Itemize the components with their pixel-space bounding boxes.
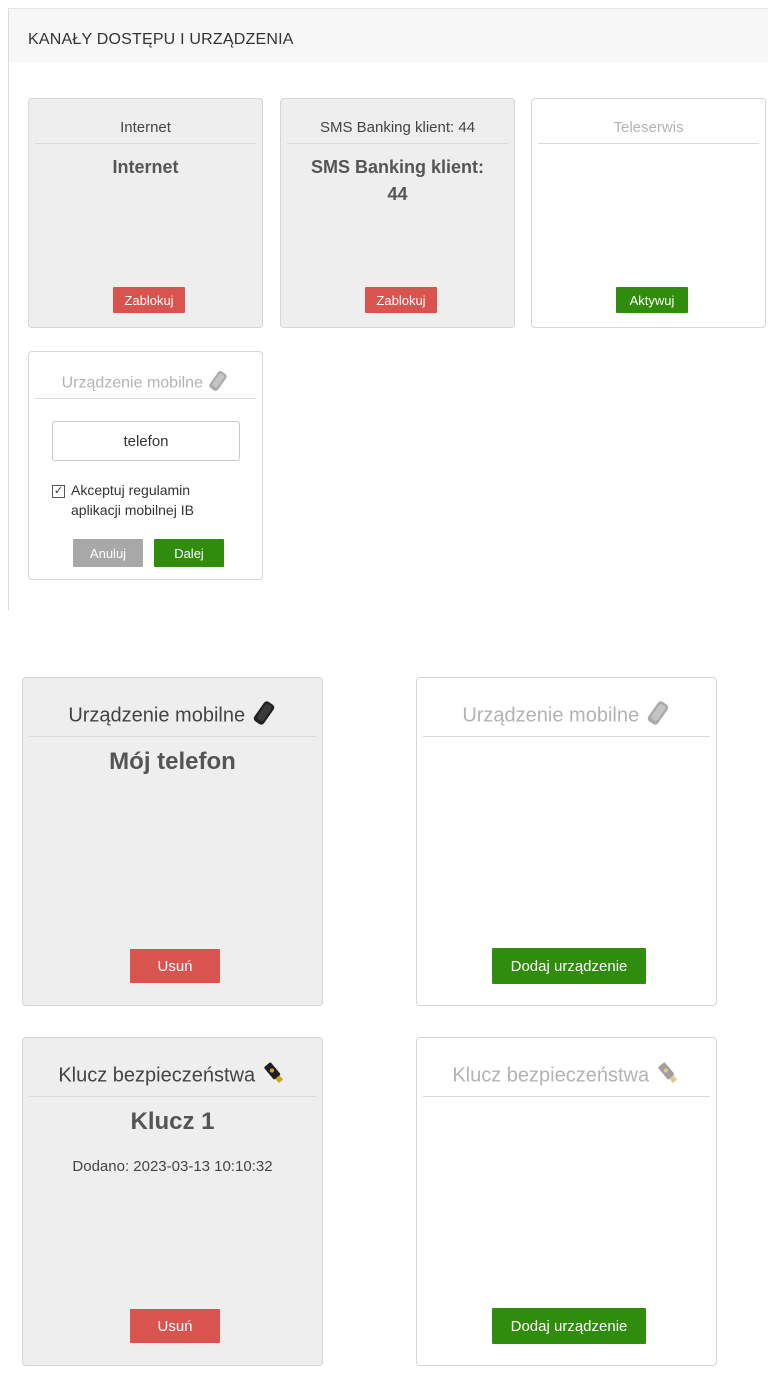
channel-card-internet: Internet Internet Zablokuj	[28, 98, 263, 328]
device-name-input[interactable]	[52, 421, 240, 461]
device-value: Klucz 1	[130, 1108, 215, 1135]
remove-key-button[interactable]: Usuń	[130, 1309, 220, 1343]
device-header: Klucz bezpieczeństwa	[29, 1060, 316, 1097]
next-button[interactable]: Dalej	[154, 539, 224, 567]
remove-device-button[interactable]: Usuń	[130, 949, 220, 983]
device-card-key-add: Klucz bezpieczeństwa Dodaj urządzenie	[416, 1037, 717, 1366]
block-sms-button[interactable]: Zablokuj	[365, 287, 437, 313]
block-internet-button[interactable]: Zablokuj	[113, 287, 185, 313]
channel-header: SMS Banking klient: 44	[287, 119, 508, 144]
activate-teleserwis-button[interactable]: Aktywuj	[616, 287, 688, 313]
device-header-label: Klucz bezpieczeństwa	[58, 1064, 256, 1087]
channel-header: Internet	[35, 119, 256, 144]
phone-icon	[645, 700, 671, 732]
mobile-form-header-label: Urządzenie mobilne	[61, 374, 203, 392]
section-title: KANAŁY DOSTĘPU I URZĄDZENIA	[28, 31, 294, 48]
device-header-label: Urządzenie mobilne	[462, 704, 640, 727]
usb-key-icon	[655, 1060, 681, 1092]
mobile-form-header: Urządzenie mobilne	[35, 370, 256, 399]
device-header-label: Urządzenie mobilne	[68, 704, 246, 727]
device-card-mobile-registered: Urządzenie mobilne Mój telefon Usuń	[22, 677, 323, 1006]
phone-icon	[207, 370, 229, 397]
device-header-label: Klucz bezpieczeństwa	[452, 1064, 650, 1087]
add-device-button[interactable]: Dodaj urządzenie	[492, 948, 646, 984]
device-header: Klucz bezpieczeństwa	[423, 1060, 710, 1097]
usb-key-icon	[261, 1060, 287, 1092]
channel-value: Internet	[112, 157, 179, 177]
mobile-device-form-card: Urządzenie mobilne ✓ Akceptuj regulamin …	[28, 351, 263, 580]
accept-terms-label-line2: aplikacji mobilnej IB	[71, 502, 194, 518]
channel-value: SMS Banking klient:	[310, 157, 485, 177]
channel-value-line2: 44	[387, 184, 408, 204]
device-value: Mój telefon	[109, 748, 236, 775]
device-card-key-registered: Klucz bezpieczeństwa Klucz 1 Dodano: 202…	[22, 1037, 323, 1366]
channel-card-sms: SMS Banking klient: 44 SMS Banking klien…	[280, 98, 515, 328]
add-key-button[interactable]: Dodaj urządzenie	[492, 1308, 646, 1344]
accept-terms-checkbox[interactable]: ✓	[52, 485, 65, 498]
cancel-button[interactable]: Anuluj	[73, 539, 143, 567]
phone-icon	[251, 700, 277, 732]
channel-card-teleserwis: Teleserwis Aktywuj	[531, 98, 766, 328]
device-added-date: Dodano: 2023-03-13 10:10:32	[72, 1158, 273, 1175]
channel-header: Teleserwis	[538, 119, 759, 144]
device-card-mobile-add: Urządzenie mobilne Dodaj urządzenie	[416, 677, 717, 1006]
device-header: Urządzenie mobilne	[29, 700, 316, 737]
accept-terms-label: Akceptuj regulamin	[71, 482, 191, 498]
device-header: Urządzenie mobilne	[423, 700, 710, 737]
